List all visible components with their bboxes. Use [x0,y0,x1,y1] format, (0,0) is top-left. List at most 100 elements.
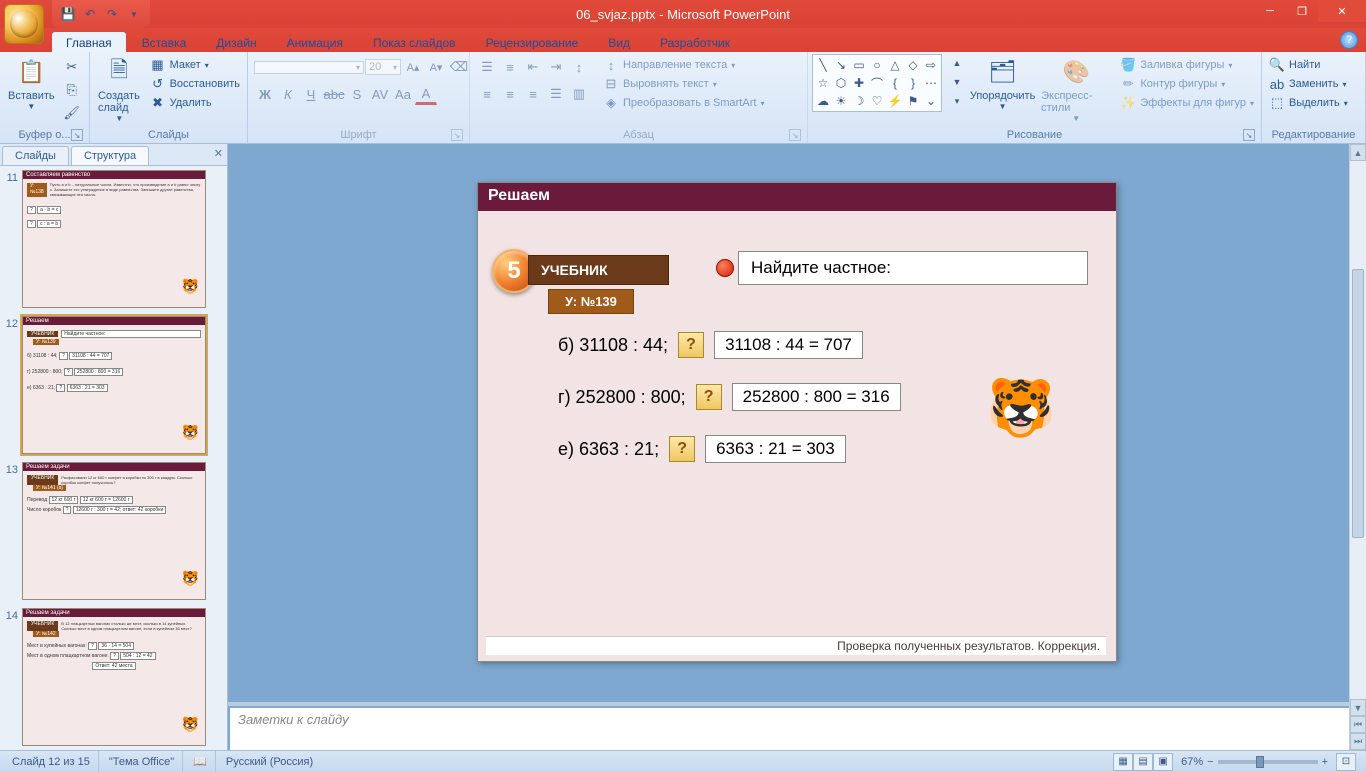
select-button[interactable]: ⬚Выделить ▾ [1266,94,1351,112]
tab-animation[interactable]: Анимация [273,32,357,52]
tab-review[interactable]: Рецензирование [472,32,593,52]
shape-scroll-icon[interactable]: ⌄ [922,92,940,110]
vertical-scrollbar[interactable]: ▲ ▼ ⏮ ⏭ [1349,144,1366,750]
reveal-button[interactable]: ? [678,332,704,358]
shape-arrow2-icon[interactable]: ⇨ [922,56,940,74]
shape-arrow-icon[interactable]: ↘ [832,56,850,74]
answer-box[interactable]: 6363 : 21 = 303 [705,435,846,463]
zoom-slider[interactable] [1218,760,1318,764]
help-button[interactable]: ? [1340,31,1358,49]
drawing-launcher[interactable]: ↘ [1243,129,1255,141]
next-slide-button[interactable]: ⏭ [1350,733,1366,750]
reveal-button[interactable]: ? [669,436,695,462]
slide-title[interactable]: Решаем [478,183,1116,211]
copy-button[interactable]: ⎘ [61,79,83,101]
font-color-button[interactable]: A [415,83,437,105]
change-case-button[interactable]: Aa [392,83,414,105]
bullets-button[interactable]: ☰ [476,56,498,78]
shape-fill-button[interactable]: 🪣Заливка фигуры ▾ [1117,56,1257,74]
answer-box[interactable]: 252800 : 800 = 316 [732,383,901,411]
shape-star-icon[interactable]: ☆ [814,74,832,92]
tab-design[interactable]: Дизайн [202,32,270,52]
topic-label[interactable]: УЧЕБНИК [528,255,669,285]
problem-label[interactable]: б) 31108 : 44; [558,335,668,356]
reset-button[interactable]: ↺Восстановить [147,75,243,93]
shapes-gallery[interactable]: ╲ ↘ ▭ ○ △ ◇ ⇨ ☆ ⬡ ✚ ⌒ { } ⋯ ☁ ☀ ☽ ♡ ⚡ ⚑ [812,54,942,112]
shape-bolt-icon[interactable]: ⚡ [886,92,904,110]
shape-line-icon[interactable]: ╲ [814,56,832,74]
line-spacing-button[interactable]: ↕ [568,56,590,78]
find-button[interactable]: 🔍Найти [1266,56,1323,74]
maximize-button[interactable]: ❐ [1286,0,1318,22]
reference-label[interactable]: У: №139 [548,289,634,314]
gallery-more-button[interactable]: ▾ [946,92,968,110]
shadow-button[interactable]: S [346,83,368,105]
prev-slide-button[interactable]: ⏮ [1350,716,1366,733]
tab-home[interactable]: Главная [52,32,126,52]
panel-close-button[interactable]: ✕ [214,147,223,160]
shape-rect-icon[interactable]: ▭ [850,56,868,74]
shrink-font-button[interactable]: A▾ [425,56,447,78]
thumbnail-13[interactable]: 13 Решаем задачи УЧЕБНИКРасфасовали 12 к… [2,462,225,600]
close-button[interactable]: ✕ [1318,0,1366,22]
shape-diamond-icon[interactable]: ◇ [904,56,922,74]
shape-oval-icon[interactable]: ○ [868,56,886,74]
office-button[interactable] [4,4,44,44]
tab-developer[interactable]: Разработчик [646,32,744,52]
shape-arc-icon[interactable]: ⌒ [868,74,886,92]
align-center-button[interactable]: ≡ [499,83,521,105]
answer-box[interactable]: 31108 : 44 = 707 [714,331,863,359]
slide-footer[interactable]: Проверка полученных результатов. Коррекц… [486,636,1106,655]
tab-slideshow[interactable]: Показ слайдов [359,32,470,52]
scroll-thumb[interactable] [1352,269,1364,538]
cut-button[interactable]: ✂ [61,56,83,78]
numbering-button[interactable]: ≡ [499,56,521,78]
justify-button[interactable]: ☰ [545,83,567,105]
save-icon[interactable]: 💾 [60,6,76,22]
shape-cloud-icon[interactable]: ☁ [814,92,832,110]
grow-font-button[interactable]: A▴ [402,56,424,78]
quick-styles-button[interactable]: 🎨 Экспресс-стили ▼ [1037,54,1115,125]
panel-tab-slides[interactable]: Слайды [2,146,69,165]
italic-button[interactable]: К [277,83,299,105]
shape-plus-icon[interactable]: ✚ [850,74,868,92]
text-direction-button[interactable]: ↕Направление текста ▾ [600,56,767,74]
status-language[interactable]: Русский (Россия) [218,751,321,772]
scroll-down-button[interactable]: ▼ [1350,699,1366,716]
qat-customize-icon[interactable]: ▼ [126,6,142,22]
clear-format-button[interactable]: ⌫ [448,56,470,78]
shape-triangle-icon[interactable]: △ [886,56,904,74]
align-right-button[interactable]: ≡ [522,83,544,105]
format-painter-button[interactable]: 🖌 [61,102,83,124]
shape-moon-icon[interactable]: ☽ [850,92,868,110]
status-spellcheck[interactable]: 📖 [185,751,216,772]
shape-heart-icon[interactable]: ♡ [868,92,886,110]
thumbnails-list[interactable]: 11 Составляем равенство У: №138Пусть a и… [0,166,227,750]
increase-indent-button[interactable]: ⇥ [545,56,567,78]
shape-effects-button[interactable]: ✨Эффекты для фигур ▾ [1117,94,1257,112]
thumbnail-11[interactable]: 11 Составляем равенство У: №138Пусть a и… [2,170,225,308]
align-left-button[interactable]: ≡ [476,83,498,105]
delete-slide-button[interactable]: ✖Удалить [147,94,243,112]
panel-tab-outline[interactable]: Структура [71,146,149,165]
zoom-out-button[interactable]: − [1207,756,1213,768]
gallery-up-button[interactable]: ▲ [946,54,968,72]
replace-button[interactable]: abЗаменить ▾ [1266,75,1349,93]
tab-insert[interactable]: Вставка [128,32,201,52]
undo-icon[interactable]: ↶ [82,6,98,22]
minimize-button[interactable]: ─ [1254,0,1286,22]
notes-pane[interactable]: Заметки к слайду [230,706,1364,750]
shape-more-icon[interactable]: ⋯ [922,74,940,92]
thumbnail-14[interactable]: 14 Решаем задачи УЧЕБНИКВ 12 плацкартных… [2,608,225,746]
redo-icon[interactable]: ↷ [104,6,120,22]
new-slide-button[interactable]: 🗎 Создать слайд ▼ [94,54,145,125]
zoom-percent[interactable]: 67% [1181,756,1203,768]
status-theme[interactable]: "Тема Office" [101,751,183,772]
shape-sun-icon[interactable]: ☀ [832,92,850,110]
align-text-button[interactable]: ⊟Выровнять текст ▾ [600,75,767,93]
status-slide-number[interactable]: Слайд 12 из 15 [4,751,99,772]
decrease-indent-button[interactable]: ⇤ [522,56,544,78]
thumbnail-12[interactable]: 12 Решаем УЧЕБНИКНайдите частное: У: №13… [2,316,225,454]
bold-button[interactable]: Ж [254,83,276,105]
font-launcher[interactable]: ↘ [451,129,463,141]
